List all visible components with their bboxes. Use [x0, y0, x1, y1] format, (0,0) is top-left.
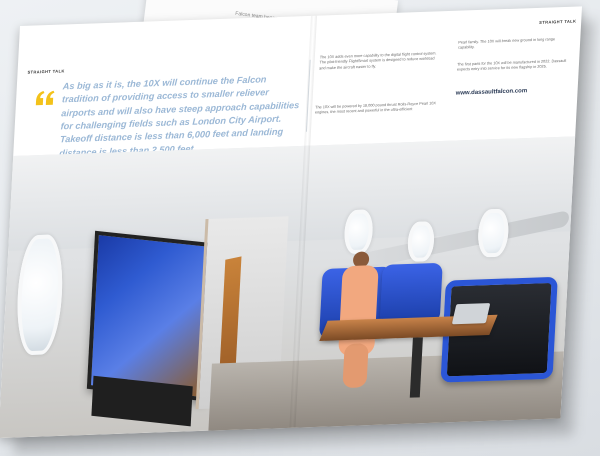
passenger-legs	[342, 343, 369, 389]
cabin-window	[406, 221, 435, 263]
laptop	[451, 303, 491, 325]
article-paragraph-d: The first parts for the 10X will be manu…	[456, 58, 567, 72]
quote-icon	[34, 89, 57, 108]
cabin-window	[14, 234, 65, 356]
cabin-tv-screen	[86, 230, 213, 402]
section-header-right: STRAIGHT TALK	[539, 18, 577, 25]
section-header-left: STRAIGHT TALK	[27, 68, 65, 75]
blue-seat	[379, 262, 443, 325]
article-paragraph-a: The 10X adds even more capability to the…	[319, 51, 437, 71]
article-paragraph-b: The 10X will be powered by 18,000 pound …	[314, 101, 437, 115]
magazine-spread: STRAIGHT TALK STRAIGHT TALK As big as it…	[0, 6, 582, 438]
cabin-interior-photo	[0, 136, 576, 438]
cabin-window	[477, 208, 510, 258]
website-link: www.dassaultfalcon.com	[455, 88, 528, 97]
article-paragraph-c: Pearl family. The 10X will break new gro…	[457, 37, 556, 50]
